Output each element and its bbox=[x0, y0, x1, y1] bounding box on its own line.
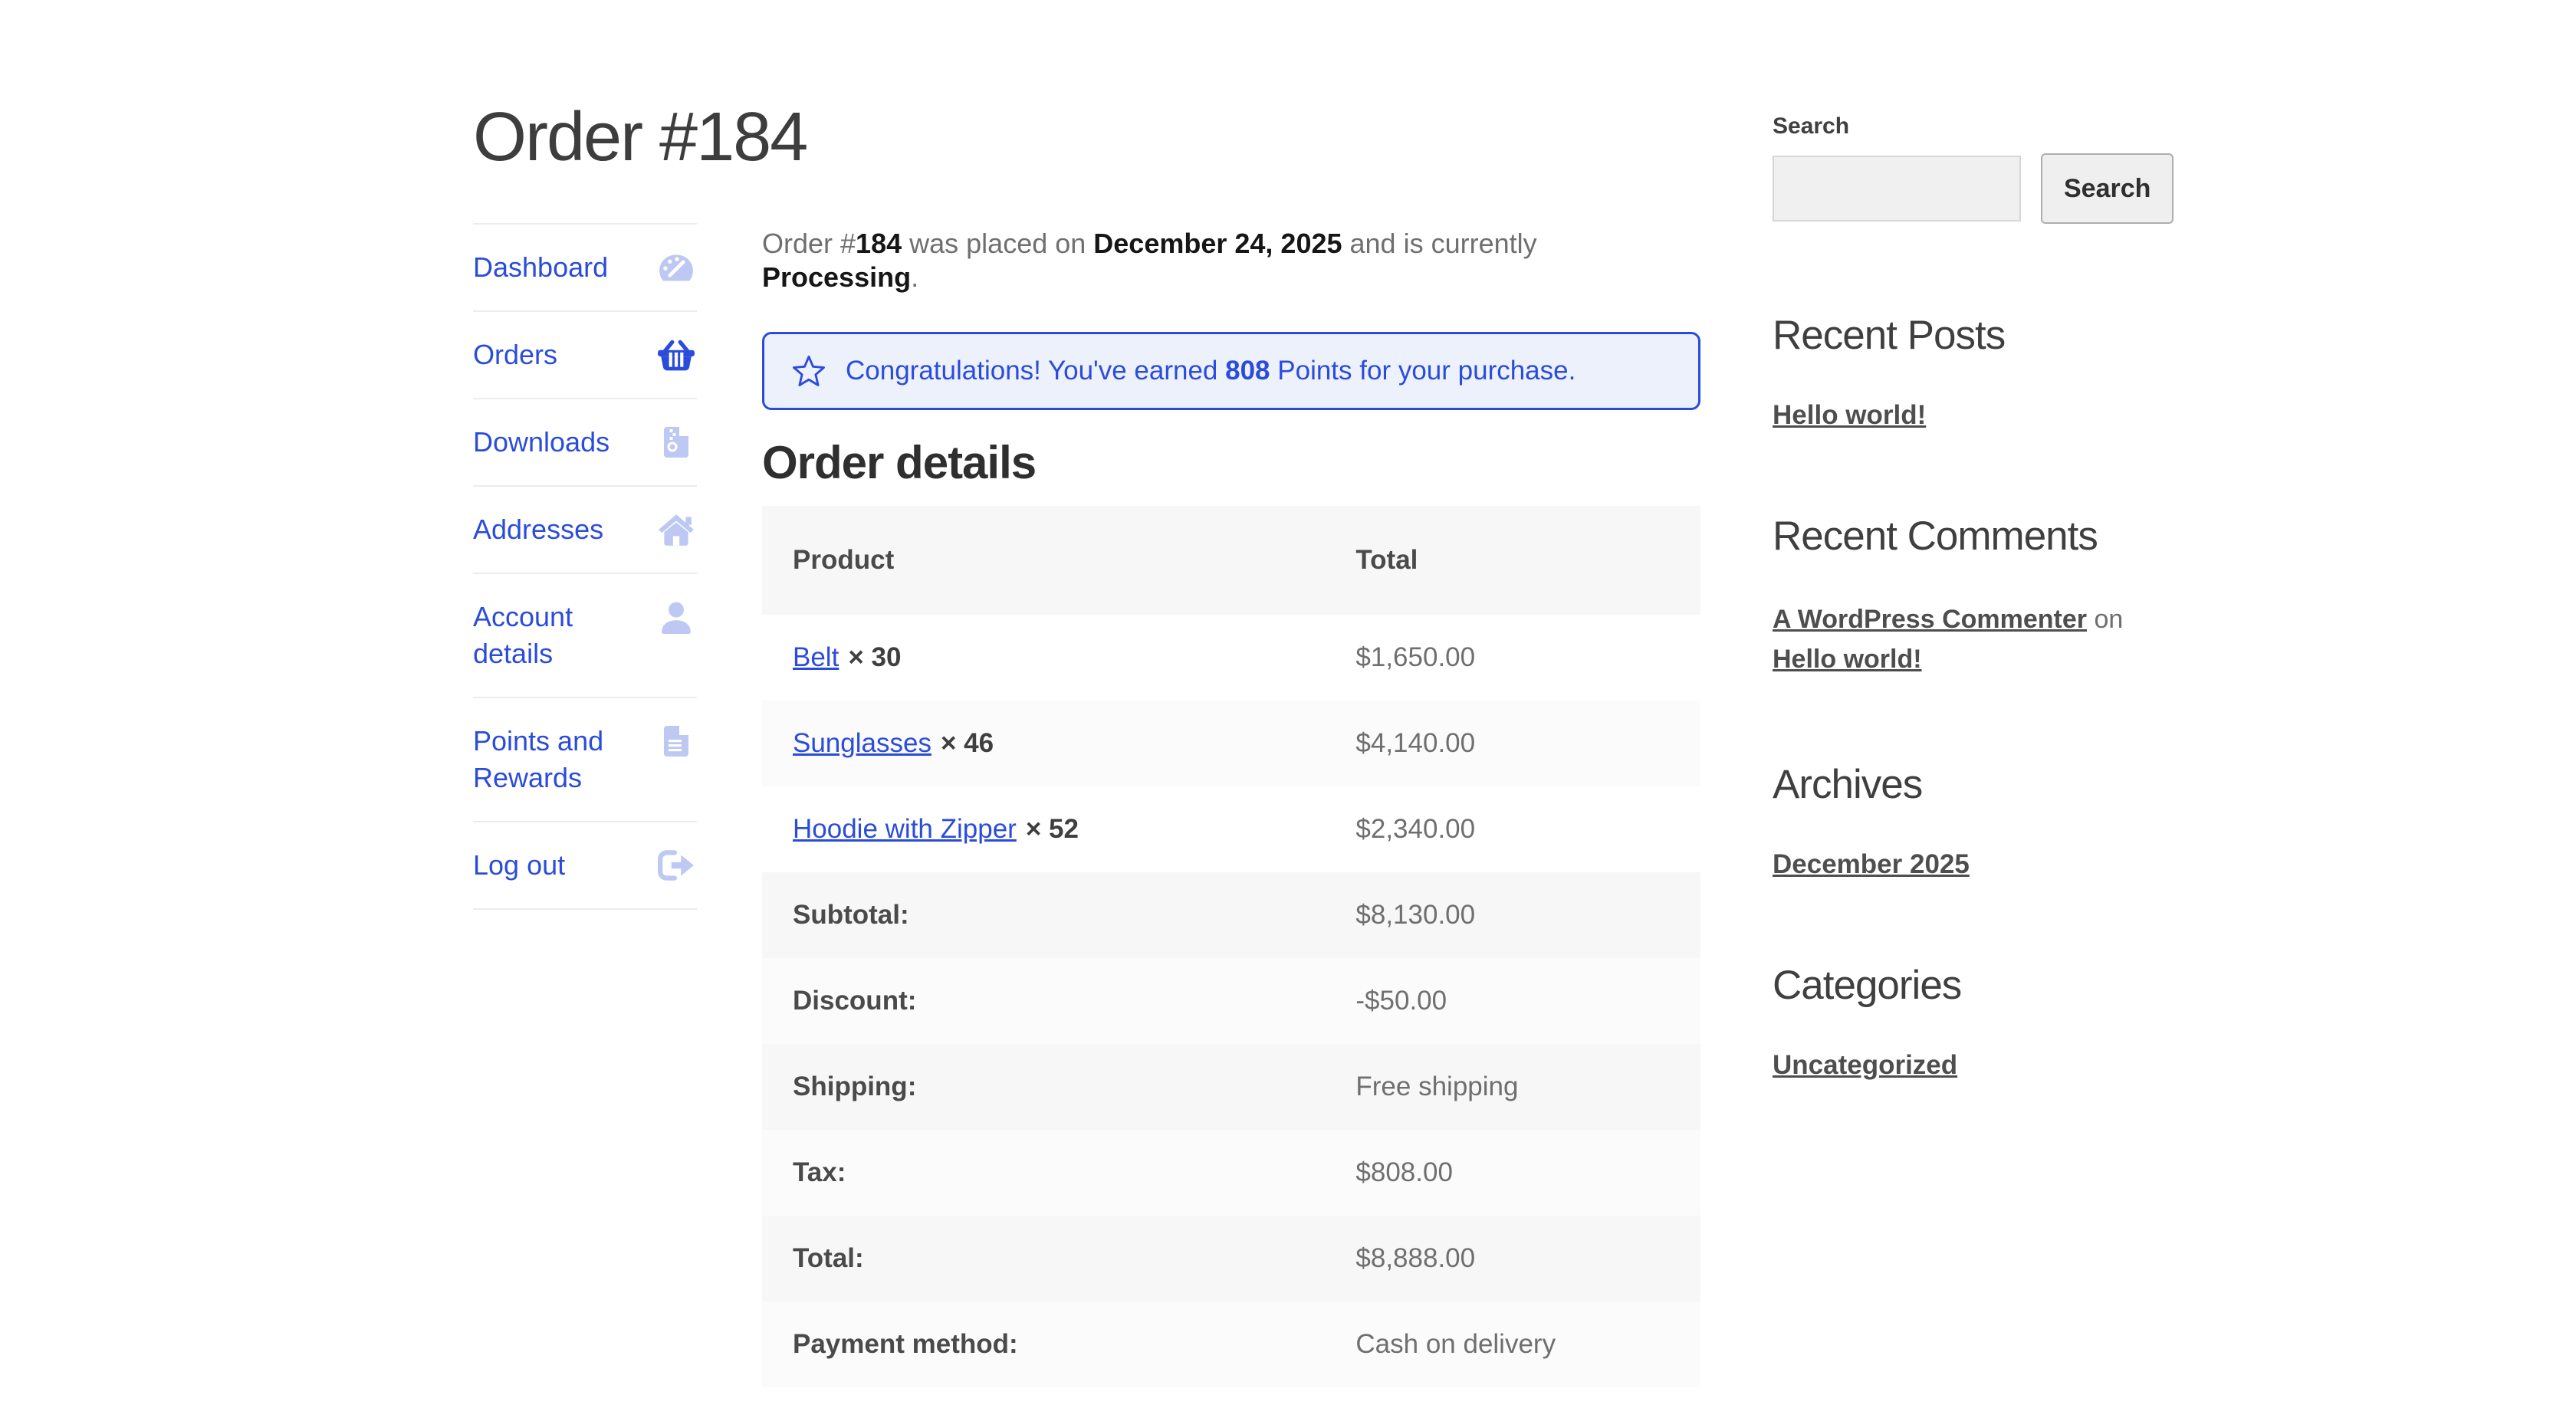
product-quantity: × 46 bbox=[941, 728, 994, 758]
star-icon bbox=[792, 354, 826, 388]
order-main: Order #184 was placed on December 24, 20… bbox=[762, 0, 1700, 1387]
dashboard-link[interactable]: Dashboard bbox=[473, 249, 608, 286]
table-row: Sunglasses × 46 $4,140.00 bbox=[762, 701, 1700, 786]
page-title: Order #184 bbox=[473, 98, 807, 177]
footer-label: Total: bbox=[762, 1216, 1325, 1301]
sidebar-item-addresses[interactable]: Addresses bbox=[473, 485, 697, 573]
intro-suffix: . bbox=[911, 261, 918, 293]
addresses-link[interactable]: Addresses bbox=[473, 511, 603, 548]
order-details-heading: Order details bbox=[762, 436, 1700, 489]
footer-label: Subtotal: bbox=[762, 872, 1325, 958]
payment-method-row: Payment method: Cash on delivery bbox=[762, 1301, 1700, 1387]
order-status: Processing bbox=[762, 261, 911, 293]
product-link[interactable]: Hoodie with Zipper bbox=[793, 814, 1017, 844]
comment-post-link[interactable]: Hello world! bbox=[1773, 645, 1922, 674]
product-link[interactable]: Belt bbox=[793, 642, 839, 672]
order-details-table: Product Total Belt × 30 $1,650.00 Sunglas… bbox=[762, 506, 1700, 1387]
subtotal-row: Subtotal: $8,130.00 bbox=[762, 872, 1700, 958]
order-date: December 24, 2025 bbox=[1093, 228, 1342, 259]
account-navigation: Dashboard Orders Downloads bbox=[473, 223, 697, 910]
footer-value: Cash on delivery bbox=[1325, 1301, 1700, 1387]
sidebar-item-orders[interactable]: Orders bbox=[473, 310, 697, 398]
product-link[interactable]: Sunglasses bbox=[793, 728, 932, 758]
search-input[interactable] bbox=[1773, 156, 2021, 222]
table-header-row: Product Total bbox=[762, 506, 1700, 615]
comment-separator: on bbox=[2087, 605, 2123, 634]
total-cell: $1,650.00 bbox=[1325, 615, 1700, 701]
order-summary-line: Order #184 was placed on December 24, 20… bbox=[762, 227, 1700, 294]
archive-link[interactable]: December 2025 bbox=[1773, 849, 1970, 880]
search-widget: Search Search bbox=[1773, 113, 2133, 224]
notice-points: 808 bbox=[1225, 356, 1270, 386]
table-row: Hoodie with Zipper × 52 $2,340.00 bbox=[762, 786, 1700, 872]
orders-link[interactable]: Orders bbox=[473, 336, 557, 373]
account-details-link[interactable]: Account details bbox=[473, 599, 657, 672]
product-quantity: × 30 bbox=[848, 642, 901, 672]
footer-value: $808.00 bbox=[1325, 1130, 1700, 1216]
sidebar-item-dashboard[interactable]: Dashboard bbox=[473, 223, 697, 310]
basket-icon bbox=[657, 338, 695, 372]
total-column-header: Total bbox=[1325, 506, 1700, 615]
sidebar-item-log-out[interactable]: Log out bbox=[473, 821, 697, 910]
footer-value: $8,888.00 bbox=[1325, 1216, 1700, 1301]
product-column-header: Product bbox=[762, 506, 1325, 615]
discount-row: Discount: -$50.00 bbox=[762, 958, 1700, 1044]
categories-heading: Categories bbox=[1773, 963, 2133, 1009]
sign-out-icon bbox=[657, 849, 695, 882]
intro-prefix: Order # bbox=[762, 228, 856, 259]
blog-sidebar: Search Search Recent Posts Hello world! … bbox=[1773, 113, 2133, 1081]
footer-label: Discount: bbox=[762, 958, 1325, 1044]
recent-comments-heading: Recent Comments bbox=[1773, 514, 2133, 560]
document-icon bbox=[657, 724, 695, 758]
footer-value: Free shipping bbox=[1325, 1044, 1700, 1130]
table-row: Belt × 30 $1,650.00 bbox=[762, 615, 1700, 701]
zip-file-icon bbox=[657, 425, 695, 459]
total-row: Total: $8,888.00 bbox=[762, 1216, 1700, 1301]
product-quantity: × 52 bbox=[1026, 814, 1079, 844]
total-cell: $2,340.00 bbox=[1325, 786, 1700, 872]
search-label: Search bbox=[1773, 113, 2133, 140]
recent-post-link[interactable]: Hello world! bbox=[1773, 400, 1926, 431]
sidebar-item-account-details[interactable]: Account details bbox=[473, 573, 697, 697]
total-cell: $4,140.00 bbox=[1325, 701, 1700, 786]
downloads-link[interactable]: Downloads bbox=[473, 424, 610, 461]
footer-label: Shipping: bbox=[762, 1044, 1325, 1130]
recent-comment-entry: A WordPress Commenter on Hello world! bbox=[1773, 599, 2187, 679]
intro-mid2: and is currently bbox=[1342, 228, 1537, 259]
footer-value: -$50.00 bbox=[1325, 958, 1700, 1044]
archives-heading: Archives bbox=[1773, 762, 2133, 808]
category-link[interactable]: Uncategorized bbox=[1773, 1050, 1957, 1081]
recent-posts-heading: Recent Posts bbox=[1773, 313, 2133, 359]
intro-mid1: was placed on bbox=[902, 228, 1093, 259]
footer-label: Payment method: bbox=[762, 1301, 1325, 1387]
comment-author-link[interactable]: A WordPress Commenter bbox=[1773, 605, 2087, 634]
footer-value: $8,130.00 bbox=[1325, 872, 1700, 958]
notice-after: Points for your purchase. bbox=[1270, 356, 1576, 386]
product-cell: Sunglasses × 46 bbox=[762, 701, 1325, 786]
home-icon bbox=[657, 513, 695, 547]
gauge-icon bbox=[657, 251, 695, 284]
footer-label: Tax: bbox=[762, 1130, 1325, 1216]
product-cell: Hoodie with Zipper × 52 bbox=[762, 786, 1325, 872]
log-out-link[interactable]: Log out bbox=[473, 847, 565, 884]
tax-row: Tax: $808.00 bbox=[762, 1130, 1700, 1216]
points-earned-notice: Congratulations! You've earned 808 Point… bbox=[762, 332, 1700, 410]
points-notice-text: Congratulations! You've earned 808 Point… bbox=[846, 356, 1576, 386]
sidebar-item-points-and-rewards[interactable]: Points and Rewards bbox=[473, 697, 697, 821]
sidebar-item-downloads[interactable]: Downloads bbox=[473, 398, 697, 485]
order-number: 184 bbox=[856, 228, 902, 259]
notice-before: Congratulations! You've earned bbox=[846, 356, 1225, 386]
points-and-rewards-link[interactable]: Points and Rewards bbox=[473, 723, 657, 796]
shipping-row: Shipping: Free shipping bbox=[762, 1044, 1700, 1130]
product-cell: Belt × 30 bbox=[762, 615, 1325, 701]
search-button[interactable]: Search bbox=[2041, 153, 2174, 224]
user-icon bbox=[657, 600, 695, 634]
